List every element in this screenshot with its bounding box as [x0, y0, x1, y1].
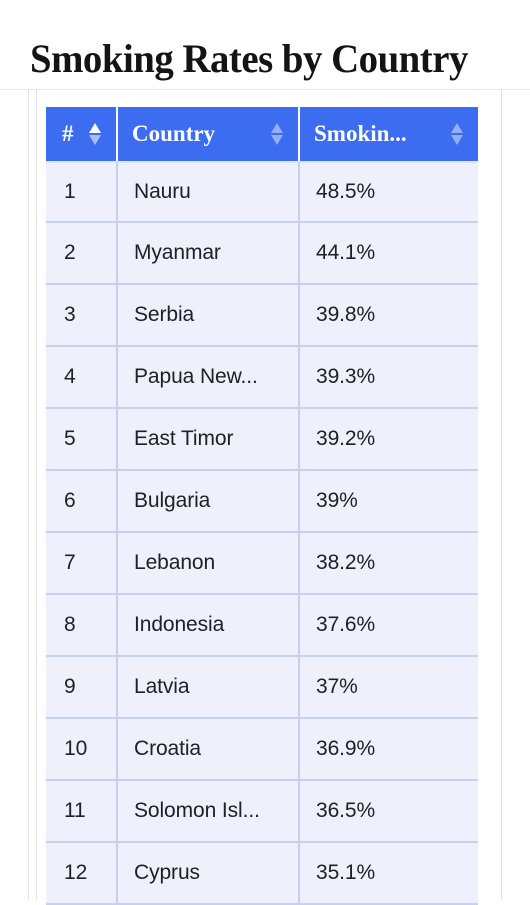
column-header-smoking-rate[interactable]: Smokin...	[300, 107, 478, 161]
cell-smoking-rate: 37%	[300, 657, 478, 719]
cell-country: Lebanon	[118, 533, 300, 595]
cell-country: East Timor	[118, 409, 300, 471]
cell-rank: 9	[46, 657, 118, 719]
cell-smoking-rate: 38.2%	[300, 533, 478, 595]
table-row[interactable]: 5 East Timor 39.2%	[46, 409, 478, 471]
table-row[interactable]: 12 Cyprus 35.1%	[46, 843, 478, 905]
cell-country: Myanmar	[118, 223, 300, 285]
smoking-rates-table: # Country Smokin... 1 Nauru 48.5% 2 Myan…	[46, 107, 478, 905]
cell-rank: 2	[46, 223, 118, 285]
content-frame: # Country Smokin... 1 Nauru 48.5% 2 Myan…	[0, 90, 530, 905]
cell-rank: 4	[46, 347, 118, 409]
cell-smoking-rate: 39.8%	[300, 285, 478, 347]
layout-rule-left-outer	[28, 90, 29, 900]
cell-smoking-rate: 35.1%	[300, 843, 478, 905]
table-row[interactable]: 8 Indonesia 37.6%	[46, 595, 478, 657]
table-row[interactable]: 6 Bulgaria 39%	[46, 471, 478, 533]
cell-country: Indonesia	[118, 595, 300, 657]
cell-rank: 1	[46, 161, 118, 223]
layout-rule-left-inner	[36, 90, 37, 900]
column-header-smoking-rate-label: Smokin...	[314, 121, 407, 146]
cell-smoking-rate: 37.6%	[300, 595, 478, 657]
cell-rank: 8	[46, 595, 118, 657]
column-header-rank-label: #	[62, 121, 74, 146]
cell-country: Bulgaria	[118, 471, 300, 533]
cell-country: Latvia	[118, 657, 300, 719]
cell-rank: 3	[46, 285, 118, 347]
cell-smoking-rate: 36.9%	[300, 719, 478, 781]
cell-country: Nauru	[118, 161, 300, 223]
table-row[interactable]: 2 Myanmar 44.1%	[46, 223, 478, 285]
page-title: Smoking Rates by Country	[30, 35, 468, 81]
cell-smoking-rate: 36.5%	[300, 781, 478, 843]
cell-rank: 6	[46, 471, 118, 533]
sort-arrows-icon[interactable]	[89, 123, 102, 145]
layout-rule-right	[501, 90, 502, 900]
table-row[interactable]: 9 Latvia 37%	[46, 657, 478, 719]
table-header: # Country Smokin...	[46, 107, 478, 161]
smoking-rates-table-wrapper: # Country Smokin... 1 Nauru 48.5% 2 Myan…	[46, 107, 478, 905]
sort-arrows-icon[interactable]	[271, 123, 284, 145]
cell-smoking-rate: 39%	[300, 471, 478, 533]
cell-smoking-rate: 39.3%	[300, 347, 478, 409]
column-header-country-label: Country	[132, 121, 216, 146]
cell-rank: 7	[46, 533, 118, 595]
cell-rank: 11	[46, 781, 118, 843]
table-row[interactable]: 4 Papua New... 39.3%	[46, 347, 478, 409]
table-row[interactable]: 11 Solomon Isl... 36.5%	[46, 781, 478, 843]
cell-country: Serbia	[118, 285, 300, 347]
cell-rank: 12	[46, 843, 118, 905]
cell-smoking-rate: 39.2%	[300, 409, 478, 471]
cell-smoking-rate: 44.1%	[300, 223, 478, 285]
cell-country: Cyprus	[118, 843, 300, 905]
table-body: 1 Nauru 48.5% 2 Myanmar 44.1% 3 Serbia 39.8% 4 Pap…	[46, 161, 478, 905]
table-row[interactable]: 3 Serbia 39.8%	[46, 285, 478, 347]
column-header-country[interactable]: Country	[118, 107, 300, 161]
sort-arrows-icon[interactable]	[451, 123, 464, 145]
cell-country: Papua New...	[118, 347, 300, 409]
cell-smoking-rate: 48.5%	[300, 161, 478, 223]
table-row[interactable]: 10 Croatia 36.9%	[46, 719, 478, 781]
cell-country: Solomon Isl...	[118, 781, 300, 843]
cell-country: Croatia	[118, 719, 300, 781]
table-header-row: # Country Smokin...	[46, 107, 478, 161]
table-row[interactable]: 1 Nauru 48.5%	[46, 161, 478, 223]
cell-rank: 10	[46, 719, 118, 781]
column-header-rank[interactable]: #	[46, 107, 118, 161]
table-row[interactable]: 7 Lebanon 38.2%	[46, 533, 478, 595]
cell-rank: 5	[46, 409, 118, 471]
page-header: Smoking Rates by Country	[0, 0, 530, 90]
